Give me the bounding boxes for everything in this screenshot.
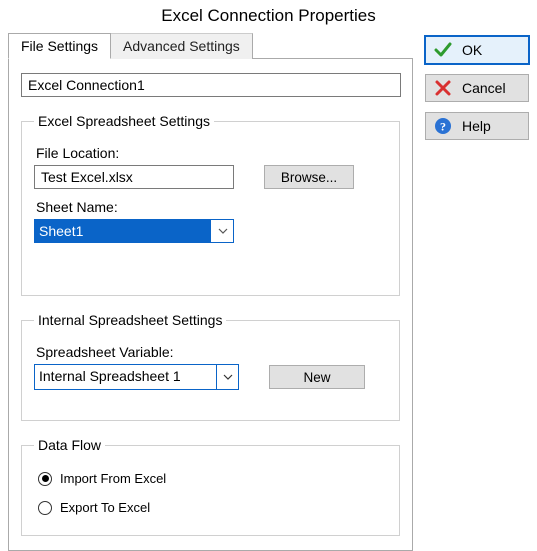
export-to-excel-radio[interactable]: Export To Excel <box>38 500 387 515</box>
data-flow-group: Data Flow Import From Excel Export To Ex… <box>21 437 400 536</box>
cancel-button[interactable]: Cancel <box>425 74 529 102</box>
tab-advanced-settings[interactable]: Advanced Settings <box>111 33 253 59</box>
group-legend: Excel Spreadsheet Settings <box>34 113 214 129</box>
spreadsheet-variable-dropdown[interactable]: Internal Spreadsheet 1 <box>34 364 239 390</box>
chevron-down-icon <box>216 365 238 389</box>
button-label: Help <box>462 118 491 134</box>
connection-name-input[interactable] <box>21 73 401 97</box>
file-location-input[interactable] <box>34 165 234 189</box>
tab-strip: File Settings Advanced Settings <box>8 32 413 58</box>
dialog-title: Excel Connection Properties <box>0 0 537 32</box>
button-label: Browse... <box>281 170 337 185</box>
tab-file-settings[interactable]: File Settings <box>8 33 111 59</box>
svg-text:?: ? <box>440 120 446 134</box>
dialog-buttons: OK Cancel ? Help <box>425 32 529 140</box>
excel-spreadsheet-group: Excel Spreadsheet Settings File Location… <box>21 113 400 296</box>
tab-label: File Settings <box>21 38 98 54</box>
tab-panel-file-settings: Excel Spreadsheet Settings File Location… <box>8 58 413 551</box>
dialog-body: File Settings Advanced Settings Excel Sp… <box>0 32 537 551</box>
help-button[interactable]: ? Help <box>425 112 529 140</box>
radio-icon <box>38 501 52 515</box>
radio-icon <box>38 472 52 486</box>
spreadsheet-variable-label: Spreadsheet Variable: <box>36 344 387 360</box>
spreadsheet-variable-row: Internal Spreadsheet 1 New <box>34 364 387 390</box>
button-label: Cancel <box>462 80 506 96</box>
dialog-window: Excel Connection Properties File Setting… <box>0 0 537 550</box>
checkmark-icon <box>434 41 452 59</box>
file-location-label: File Location: <box>36 145 387 161</box>
sheet-name-label: Sheet Name: <box>36 199 387 215</box>
group-legend: Internal Spreadsheet Settings <box>34 312 226 328</box>
sheet-name-dropdown[interactable]: Sheet1 <box>34 219 234 243</box>
internal-spreadsheet-group: Internal Spreadsheet Settings Spreadshee… <box>21 312 400 421</box>
button-label: OK <box>462 42 482 58</box>
tab-label: Advanced Settings <box>123 38 240 54</box>
new-button[interactable]: New <box>269 365 365 389</box>
cross-icon <box>434 79 452 97</box>
file-location-row: Browse... <box>34 165 387 189</box>
group-legend: Data Flow <box>34 437 105 453</box>
chevron-down-icon <box>213 220 233 242</box>
button-label: New <box>303 370 330 385</box>
import-from-excel-radio[interactable]: Import From Excel <box>38 471 387 486</box>
browse-button[interactable]: Browse... <box>264 165 354 189</box>
radio-label: Import From Excel <box>60 471 166 486</box>
radio-label: Export To Excel <box>60 500 150 515</box>
dropdown-selected: Sheet1 <box>35 220 211 242</box>
help-icon: ? <box>434 117 452 135</box>
ok-button[interactable]: OK <box>425 36 529 64</box>
tabs-area: File Settings Advanced Settings Excel Sp… <box>8 32 413 551</box>
dropdown-selected: Internal Spreadsheet 1 <box>35 365 214 389</box>
